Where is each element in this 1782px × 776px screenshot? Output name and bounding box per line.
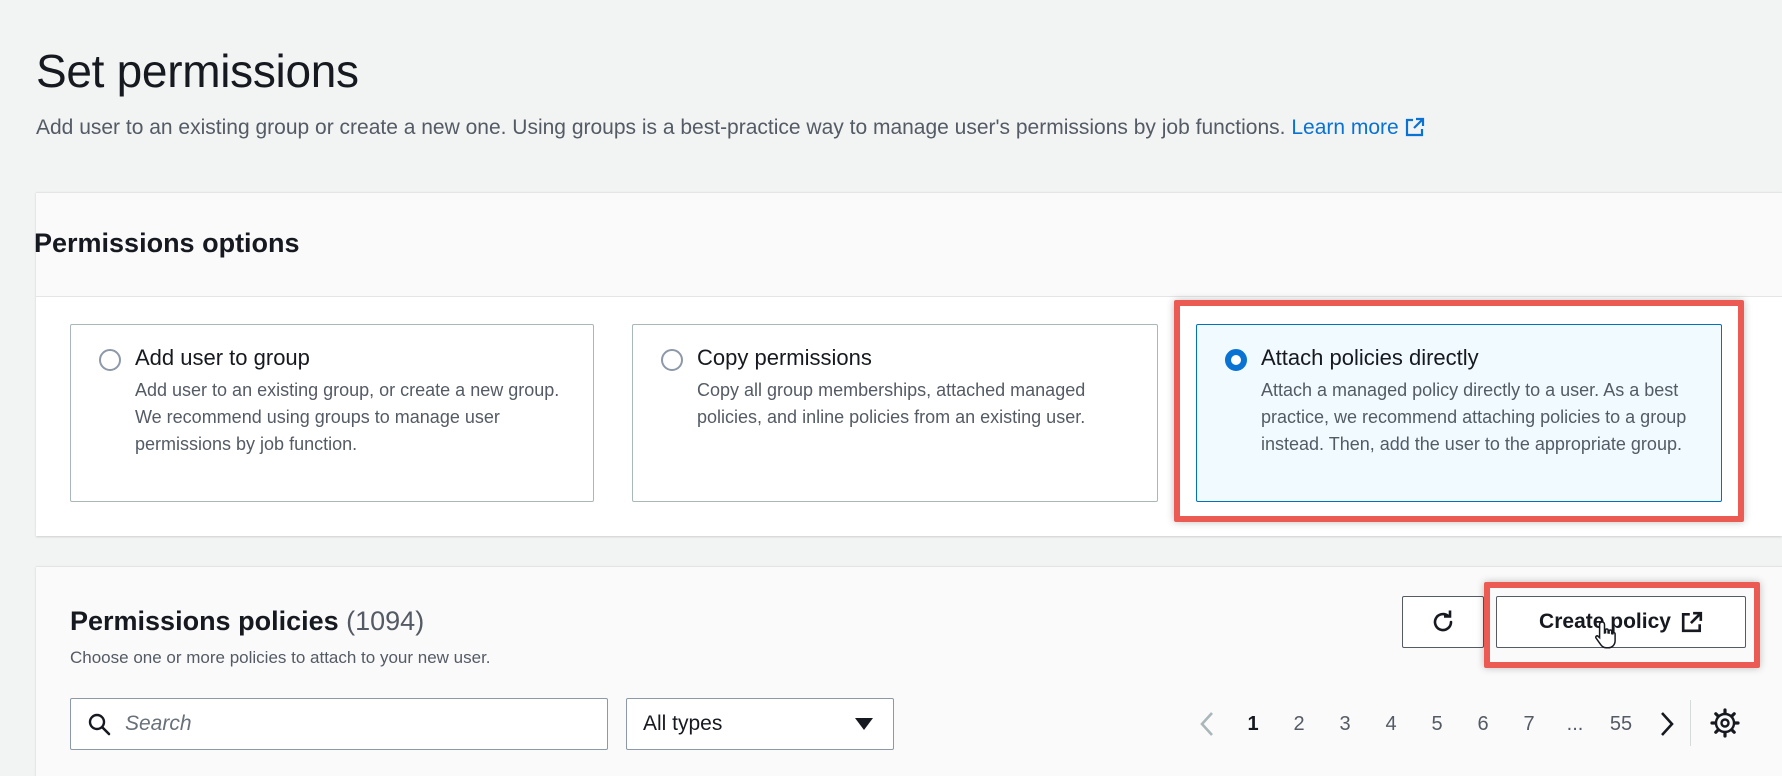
radio-add-user-to-group[interactable] [99,349,121,371]
page-7[interactable]: 7 [1506,713,1552,736]
option-label: Attach policies directly [1261,345,1479,370]
external-link-icon [1681,611,1703,633]
page-1[interactable]: 1 [1230,713,1276,736]
permissions-options-title: Permissions options [34,228,300,258]
refresh-button[interactable] [1402,596,1484,648]
page-5[interactable]: 5 [1414,713,1460,736]
pagination-divider [1690,700,1691,746]
permissions-policies-description: Choose one or more policies to attach to… [70,648,491,667]
radio-attach-policies-directly[interactable] [1225,349,1247,371]
type-filter-value: All types [643,712,723,735]
page-2[interactable]: 2 [1276,713,1322,736]
permissions-policies-title: Permissions policies (1094) [70,606,424,637]
external-link-icon [1405,117,1424,137]
search-field[interactable] [70,698,608,750]
option-description: Add user to an existing group, or create… [135,380,560,454]
refresh-icon [1433,610,1453,632]
option-attach-policies-directly[interactable]: Attach policies directly Attach a manage… [1196,324,1722,502]
search-icon [88,713,111,736]
next-page-button[interactable] [1644,711,1690,737]
gear-icon[interactable] [1710,708,1740,738]
create-policy-label: Create policy [1539,610,1671,633]
chevron-right-icon [1661,712,1674,736]
create-policy-button[interactable]: Create policy [1496,596,1746,648]
pagination: 1 2 3 4 5 6 7 ... 55 [1184,704,1690,744]
page-6[interactable]: 6 [1460,713,1506,736]
policies-count: (1094) [346,606,425,636]
page-description: Add user to an existing group or create … [36,116,1425,140]
option-copy-permissions[interactable]: Copy permissions Copy all group membersh… [632,324,1158,502]
radio-copy-permissions[interactable] [661,349,683,371]
previous-page-button[interactable] [1184,711,1230,737]
page-title: Set permissions [36,45,359,97]
page-description-text: Add user to an existing group or create … [36,116,1286,139]
page-55[interactable]: 55 [1598,713,1644,736]
page-3[interactable]: 3 [1322,713,1368,736]
option-label: Copy permissions [697,345,872,370]
learn-more-label: Learn more [1291,116,1399,139]
option-description: Attach a managed policy directly to a us… [1261,380,1687,454]
chevron-left-icon [1200,712,1213,736]
page-4[interactable]: 4 [1368,713,1414,736]
search-input[interactable] [123,711,583,737]
learn-more-link[interactable]: Learn more [1291,116,1424,139]
policies-title-text: Permissions policies [70,606,339,636]
type-filter-select[interactable]: All types [626,698,894,750]
option-add-user-to-group[interactable]: Add user to group Add user to an existin… [70,324,594,502]
caret-down-icon [855,718,873,730]
option-description: Copy all group memberships, attached man… [697,380,1086,427]
page-ellipsis: ... [1566,712,1584,735]
option-label: Add user to group [135,345,310,370]
